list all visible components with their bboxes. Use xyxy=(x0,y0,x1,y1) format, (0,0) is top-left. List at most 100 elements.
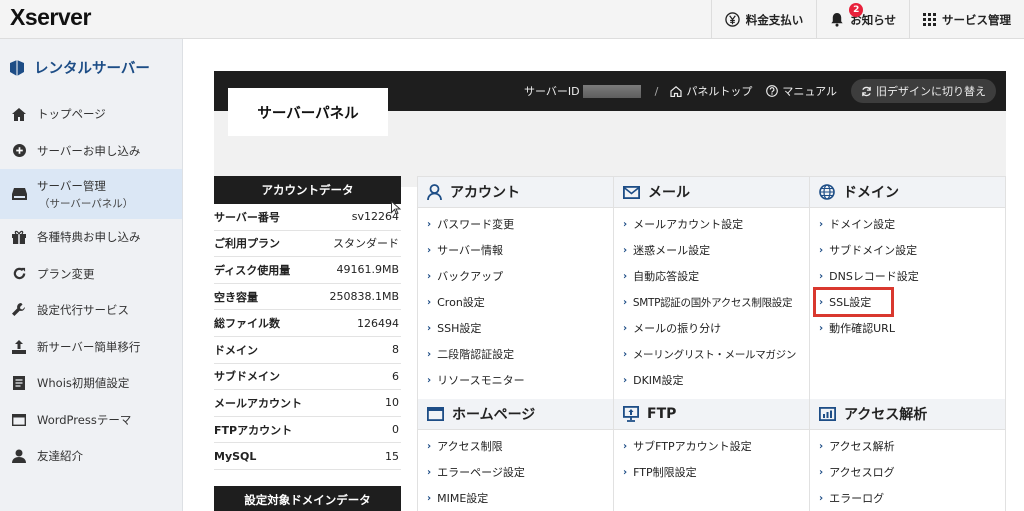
old-design-label: 旧デザインに切り替え xyxy=(876,85,986,98)
table-row: メールアカウント 10 xyxy=(214,390,401,417)
menu-link-label: エラーログ xyxy=(829,492,885,505)
menu-link[interactable]: › 迷惑メール設定 xyxy=(614,237,809,263)
menu-link[interactable]: › メールの振り分け xyxy=(614,315,809,341)
category-header: FTP xyxy=(614,399,809,430)
menu-link[interactable]: › SSH設定 xyxy=(418,315,613,341)
top-bar: Xserver 料金支払い 2 お知らせ サービス管理 xyxy=(0,0,1024,39)
menu-link[interactable]: › 自動応答設定 xyxy=(614,263,809,289)
panel-top-link[interactable]: パネルトップ xyxy=(670,83,752,99)
sidebar-item-referral[interactable]: 友達紹介 xyxy=(0,438,182,475)
account-data-title: アカウントデータ xyxy=(214,176,401,204)
row-key: メールアカウント xyxy=(214,396,302,410)
menu-link[interactable]: › エラーページ設定 xyxy=(418,459,613,485)
sidebar-item-server-management[interactable]: サーバー管理 （サーバーパネル） xyxy=(0,169,182,219)
sidebar-item-label: 新サーバー簡単移行 xyxy=(37,339,141,354)
category-title: ホームページ xyxy=(452,407,536,423)
sidebar-item-top-page[interactable]: トップページ xyxy=(0,96,182,133)
user-icon xyxy=(11,449,27,464)
category-mail: メール › メールアカウント設定 › 迷惑メール設定 › 自動応答設定 › SMTP認証… xyxy=(614,177,810,399)
menu-link[interactable]: › アクセス制限 xyxy=(418,433,613,459)
grid-icon xyxy=(923,13,936,26)
sidebar-item-label: プラン変更 xyxy=(37,266,95,281)
yen-circle-icon xyxy=(725,12,740,27)
chevron-right-icon: › xyxy=(427,244,432,256)
category-homepage: ホームページ › アクセス制限 › エラーページ設定 › MIME設定 xyxy=(418,399,614,511)
menu-link[interactable]: › アクセス解析 xyxy=(810,433,1005,459)
menu-link[interactable]: › DNSレコード設定 xyxy=(810,263,1005,289)
sidebar: レンタルサーバー トップページ サーバーお申し込み サーバー管理 （サーバーパネ… xyxy=(0,39,183,511)
sidebar-item-sublabel: （サーバーパネル） xyxy=(39,197,134,210)
category-title: アクセス解析 xyxy=(844,407,928,423)
ssl-settings-link[interactable]: › SSL設定 xyxy=(813,287,894,317)
menu-link[interactable]: › サブドメイン設定 xyxy=(810,237,1005,263)
chevron-right-icon: › xyxy=(427,296,432,308)
row-key: サブドメイン xyxy=(214,370,280,384)
menu-link-label: SSH設定 xyxy=(437,322,482,335)
sidebar-item-setup-service[interactable]: 設定代行サービス xyxy=(0,292,182,329)
sidebar-title-text: レンタルサーバー xyxy=(34,61,150,77)
payment-link[interactable]: 料金支払い xyxy=(710,0,817,39)
chevron-right-icon: › xyxy=(623,348,627,360)
sidebar-item-whois[interactable]: Whois初期値設定 xyxy=(0,365,182,402)
menu-link[interactable]: › MIME設定 xyxy=(418,485,613,511)
category-header: ホームページ xyxy=(418,399,613,430)
chevron-right-icon: › xyxy=(427,348,432,360)
menu-link[interactable]: › ドメイン設定 xyxy=(810,211,1005,237)
sidebar-title[interactable]: レンタルサーバー xyxy=(0,39,182,96)
menu-link[interactable]: › サーバー情報 xyxy=(418,237,613,263)
menu-link[interactable]: › リソースモニター xyxy=(418,367,613,393)
menu-link[interactable]: › アクセスログ xyxy=(810,459,1005,485)
menu-grid-row: アカウント › パスワード変更 › サーバー情報 › バックアップ › Cron設定 ›… xyxy=(418,177,1006,399)
menu-link[interactable]: › 動作確認URL xyxy=(810,315,1005,341)
xserver-logo[interactable]: Xserver xyxy=(10,4,91,31)
category-header: アクセス解析 xyxy=(810,399,1005,430)
sidebar-item-wordpress-theme[interactable]: WordPressテーマ xyxy=(0,402,182,439)
cube-icon xyxy=(10,59,24,76)
category-title: ドメイン xyxy=(843,185,899,201)
menu-link[interactable]: › DKIM設定 xyxy=(614,367,809,393)
row-value: 10 xyxy=(385,396,399,410)
category-account: アカウント › パスワード変更 › サーバー情報 › バックアップ › Cron設定 ›… xyxy=(418,177,614,399)
server-id-label: サーバーID xyxy=(524,85,580,98)
old-design-button[interactable]: 旧デザインに切り替え xyxy=(851,79,996,103)
menu-link-label: Cron設定 xyxy=(437,296,485,309)
row-value: 0 xyxy=(392,423,399,437)
table-row: ディスク使用量 49161.9MB xyxy=(214,257,401,284)
notifications-link[interactable]: 2 お知らせ xyxy=(816,0,909,39)
account-data-box: アカウントデータ サーバー番号 sv12264 ご利用プラン スタンダード ディスク… xyxy=(214,176,401,511)
menu-link[interactable]: › メールアカウント設定 xyxy=(614,211,809,237)
category-items: › パスワード変更 › サーバー情報 › バックアップ › Cron設定 › SSH設定 … xyxy=(418,208,613,393)
document-icon xyxy=(11,376,27,391)
upload-icon xyxy=(11,339,27,354)
category-items: › アクセス制限 › エラーページ設定 › MIME設定 xyxy=(418,430,613,511)
row-key: FTPアカウント xyxy=(214,423,293,437)
manual-link[interactable]: マニュアル xyxy=(766,83,837,99)
chevron-right-icon: › xyxy=(819,296,824,308)
sidebar-item-label: 友達紹介 xyxy=(37,449,83,464)
menu-link[interactable]: › メーリングリスト・メールマガジン xyxy=(614,341,809,367)
category-ftp: FTP › サブFTPアカウント設定 › FTP制限設定 xyxy=(614,399,810,511)
window-icon xyxy=(11,413,27,426)
menu-link[interactable]: › エラーログ xyxy=(810,485,1005,511)
sidebar-item-server-apply[interactable]: サーバーお申し込み xyxy=(0,133,182,170)
menu-link[interactable]: › 二段階認証設定 xyxy=(418,341,613,367)
menu-link[interactable]: › パスワード変更 xyxy=(418,211,613,237)
menu-link-label: FTP制限設定 xyxy=(633,466,697,479)
row-value: 8 xyxy=(392,343,399,357)
chevron-right-icon: › xyxy=(819,218,824,230)
menu-link[interactable]: › SMTP認証の国外アクセス制限設定 xyxy=(614,289,809,315)
sidebar-item-label: 設定代行サービス xyxy=(37,303,129,318)
menu-link[interactable]: › サブFTPアカウント設定 xyxy=(614,433,809,459)
row-value: 6 xyxy=(392,369,399,383)
chevron-right-icon: › xyxy=(427,440,432,452)
menu-link[interactable]: › Cron設定 xyxy=(418,289,613,315)
menu-link[interactable]: › FTP制限設定 xyxy=(614,459,809,485)
service-management-link[interactable]: サービス管理 xyxy=(909,0,1024,39)
menu-link[interactable]: › バックアップ xyxy=(418,263,613,289)
sidebar-item-migration[interactable]: 新サーバー簡単移行 xyxy=(0,329,182,366)
table-row: サーバー番号 sv12264 xyxy=(214,204,401,231)
chevron-right-icon: › xyxy=(623,466,628,478)
sidebar-item-benefits[interactable]: 各種特典お申し込み xyxy=(0,219,182,256)
sidebar-item-plan-change[interactable]: プラン変更 xyxy=(0,256,182,293)
chevron-right-icon: › xyxy=(623,322,628,334)
